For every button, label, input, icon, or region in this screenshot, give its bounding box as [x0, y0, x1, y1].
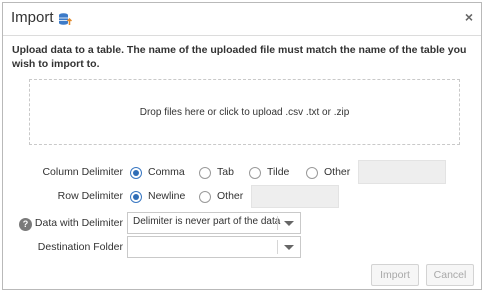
- column-delimiter-comma-radio[interactable]: [130, 167, 142, 179]
- data-with-delimiter-label: Data with Delimiter: [34, 217, 123, 229]
- dialog-titlebar: Import ×: [3, 3, 481, 36]
- file-dropzone[interactable]: Drop files here or click to upload .csv …: [29, 79, 460, 145]
- destination-folder-label: Destination Folder: [37, 241, 123, 253]
- dropzone-text: Drop files here or click to upload .csv …: [139, 107, 350, 118]
- chevron-down-icon: [284, 221, 294, 226]
- database-upload-icon: [59, 13, 72, 25]
- column-delimiter-other-input[interactable]: [358, 160, 446, 184]
- question-icon[interactable]: ?: [19, 218, 32, 231]
- column-delimiter-tab-radio[interactable]: [199, 167, 211, 179]
- column-delimiter-label: Column Delimiter: [42, 166, 123, 178]
- column-delimiter-tilde-label: Tilde: [267, 166, 290, 178]
- data-with-delimiter-value: Delimiter is never part of the data: [133, 216, 281, 227]
- row-delimiter-label: Row Delimiter: [57, 190, 123, 202]
- import-button[interactable]: Import: [371, 264, 419, 286]
- data-with-delimiter-select[interactable]: Delimiter is never part of the data: [127, 212, 301, 234]
- close-icon[interactable]: ×: [465, 9, 473, 25]
- row-delimiter-other-input[interactable]: [251, 185, 339, 208]
- row-delimiter-newline-label: Newline: [148, 190, 186, 202]
- cancel-button[interactable]: Cancel: [426, 264, 474, 286]
- column-delimiter-other-label: Other: [324, 166, 351, 178]
- import-dialog: Import × Upload data to a table. The nam…: [2, 2, 482, 290]
- column-delimiter-other-radio[interactable]: [306, 167, 318, 179]
- column-delimiter-tilde-radio[interactable]: [249, 167, 261, 179]
- dialog-description: Upload data to a table. The name of the …: [12, 44, 467, 70]
- column-delimiter-comma-label: Comma: [148, 166, 185, 178]
- dialog-title: Import: [11, 9, 54, 26]
- row-delimiter-other-label: Other: [217, 190, 244, 202]
- chevron-down-icon: [284, 245, 294, 250]
- destination-folder-select[interactable]: [127, 236, 301, 258]
- row-delimiter-other-radio[interactable]: [199, 191, 211, 203]
- column-delimiter-tab-label: Tab: [217, 166, 234, 178]
- row-delimiter-newline-radio[interactable]: [130, 191, 142, 203]
